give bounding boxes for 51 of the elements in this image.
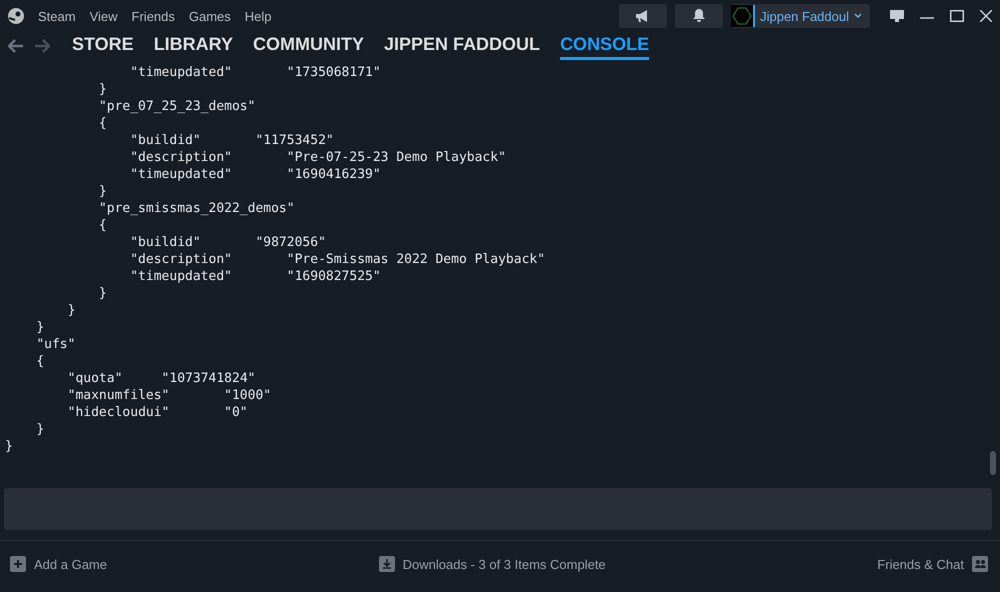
console-line: "description" "Pre-07-25-23 Demo Playback"	[129, 149, 506, 166]
announcements-button[interactable]	[619, 4, 668, 28]
console-line: "buildid" "11753452"	[129, 132, 334, 149]
account-menu[interactable]: Jippen Faddoul	[731, 4, 870, 28]
caret-icon	[854, 13, 862, 19]
download-icon	[378, 556, 395, 572]
console-line: {	[98, 115, 107, 132]
nav-tab[interactable]: CONSOLE	[560, 32, 650, 60]
console-line: "description" "Pre-Smissmas 2022 Demo Playback"	[129, 251, 546, 268]
menu-item[interactable]: Friends	[132, 8, 175, 24]
plus-icon	[10, 556, 26, 572]
console-line: "timeupdated" "1690827525"	[129, 268, 381, 285]
console-line: {	[98, 217, 107, 234]
console-line: }	[5, 438, 13, 455]
menu-item[interactable]: Help	[244, 8, 272, 24]
menu-item[interactable]: Games	[188, 8, 231, 24]
nav-tab[interactable]: LIBRARY	[154, 32, 234, 60]
console-line: }	[98, 183, 107, 200]
steam-logo-icon	[8, 8, 24, 24]
nav-tab[interactable]: STORE	[72, 32, 134, 60]
console-line: }	[66, 302, 76, 319]
console-line: "timeupdated" "1690416239"	[129, 166, 381, 183]
friends-chat-button[interactable]: Friends & Chat	[877, 556, 988, 572]
close-icon[interactable]	[980, 10, 992, 22]
console-line: "timeupdated" "1735068171"	[129, 64, 381, 81]
monitor-icon[interactable]	[890, 10, 904, 22]
console-line: {	[35, 353, 44, 370]
console-line: "hidecloudui" "0"	[66, 404, 248, 421]
nav-tab[interactable]: JIPPEN FADDOUL	[384, 32, 540, 60]
menu-item[interactable]: Steam	[38, 8, 76, 24]
console-line: "maxnumfiles" "1000"	[66, 387, 272, 404]
console-line: }	[35, 421, 44, 438]
add-game-button[interactable]: Add a Game	[10, 556, 107, 572]
maximize-icon[interactable]	[950, 10, 964, 22]
scrollbar-thumb[interactable]	[990, 451, 996, 475]
console-line: }	[35, 319, 44, 336]
console-line: }	[98, 81, 107, 98]
back-arrow-icon[interactable]	[8, 39, 24, 53]
console-line: "pre_smissmas_2022_demos"	[98, 200, 295, 217]
bell-icon	[693, 9, 706, 23]
console-line: "ufs"	[35, 336, 76, 353]
downloads-button[interactable]: Downloads - 3 of 3 Items Complete	[378, 556, 606, 572]
people-icon	[972, 556, 988, 572]
notifications-button[interactable]	[675, 4, 724, 28]
console-line: "pre_07_25_23_demos"	[98, 98, 256, 115]
console-line: "quota" "1073741824"	[66, 370, 256, 387]
avatar-icon	[731, 5, 756, 27]
nav-tab[interactable]: COMMUNITY	[253, 32, 364, 60]
menu-item[interactable]: View	[90, 8, 118, 24]
console-line: }	[98, 285, 107, 302]
console-line: "buildid" "9872056"	[129, 234, 326, 251]
